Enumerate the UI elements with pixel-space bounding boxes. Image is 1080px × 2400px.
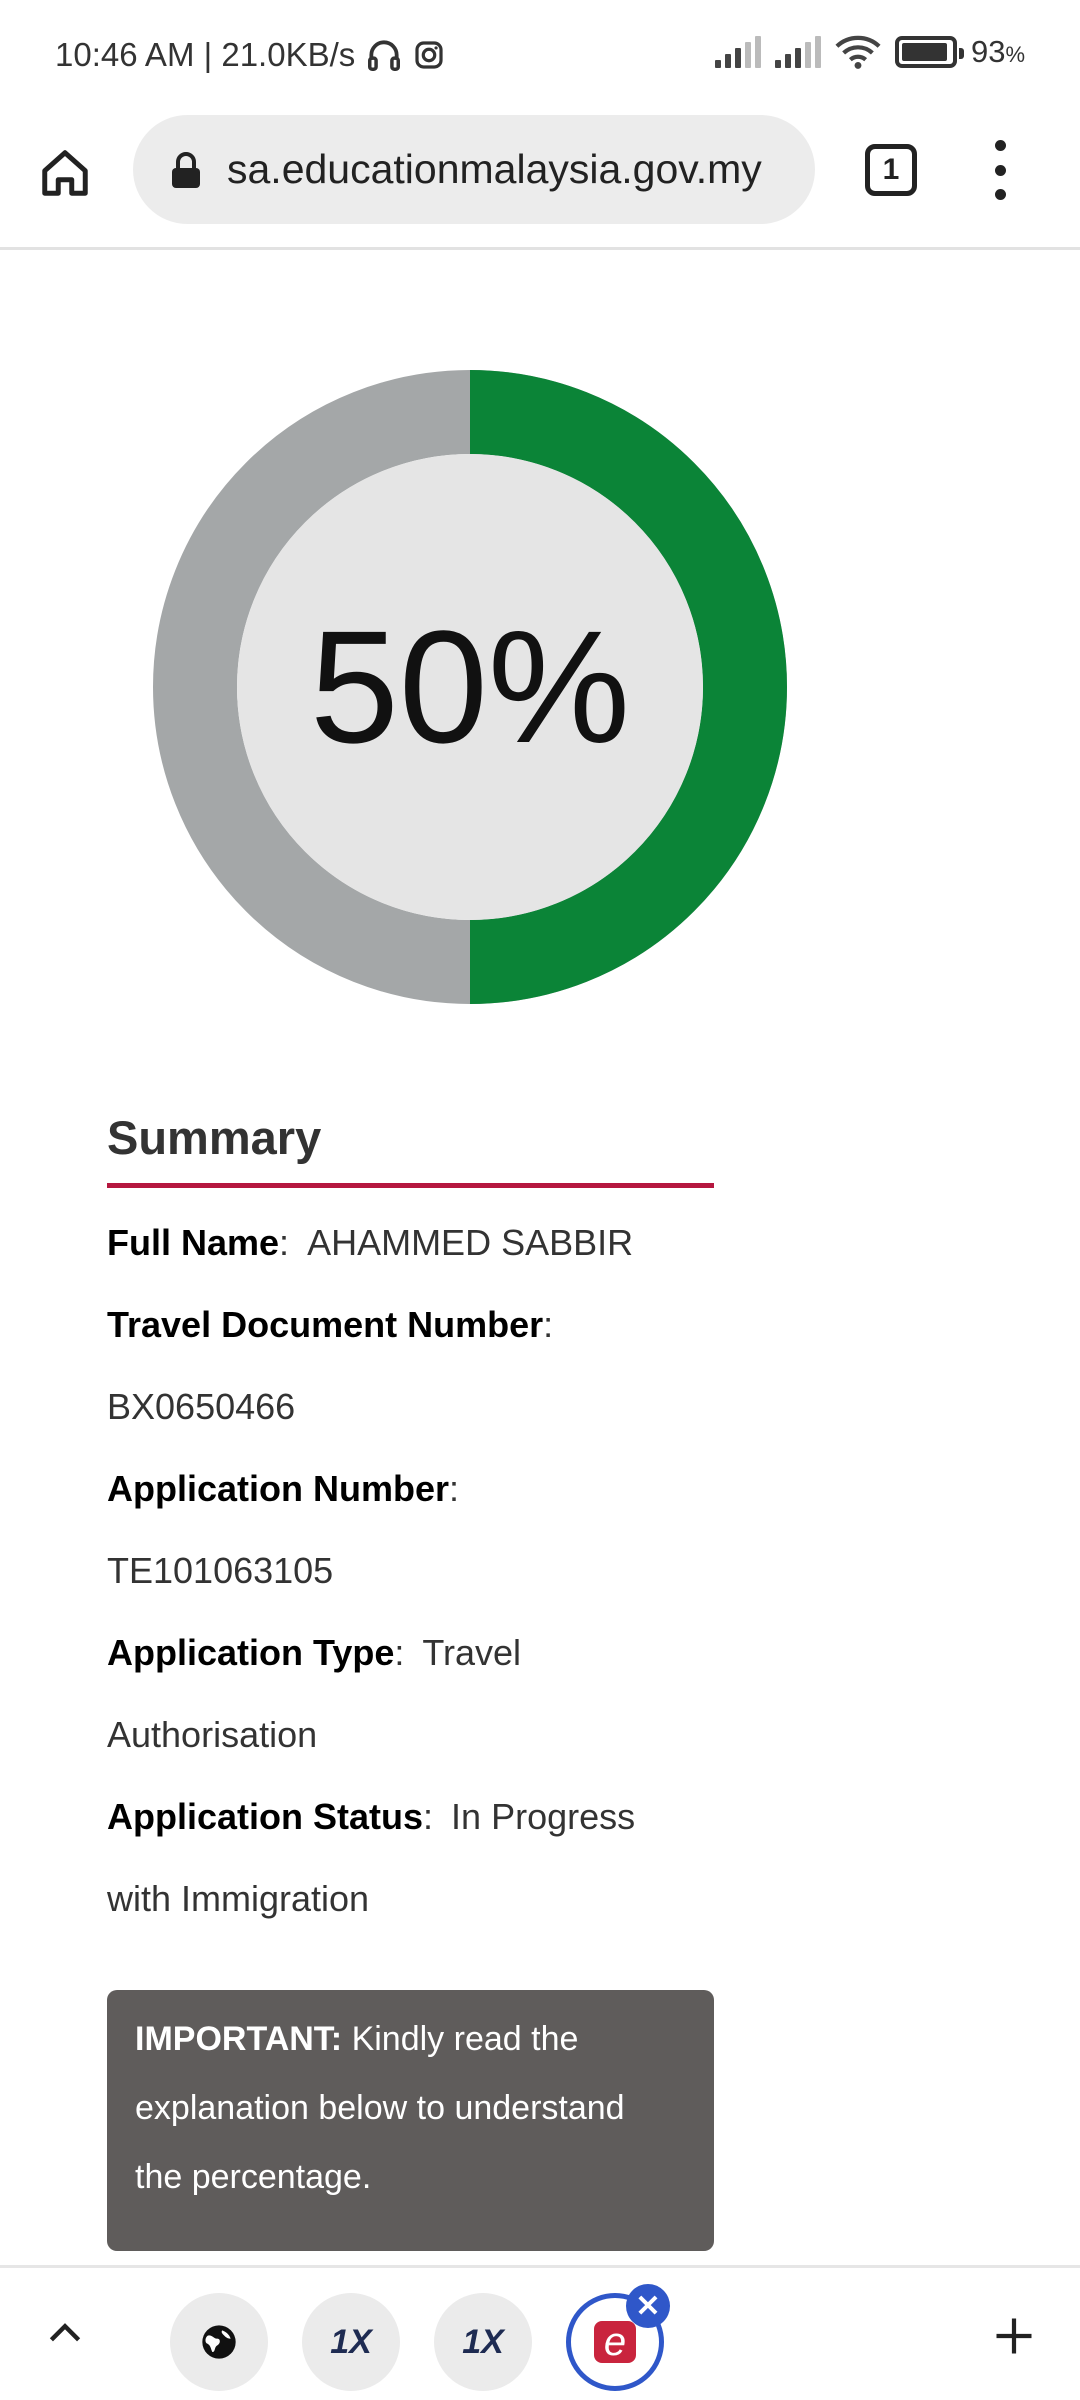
tab-count: 1 <box>882 153 900 186</box>
tab-1x-a-label: 1X <box>330 2322 372 2361</box>
app-status-value: In Progress <box>451 1796 636 1837</box>
close-tab-button[interactable]: ✕ <box>626 2284 670 2328</box>
url-text: sa.educationmalaysia.gov.my <box>227 146 762 192</box>
progress-donut: 50% <box>153 370 787 1004</box>
battery-fill <box>901 43 947 61</box>
headphones-icon <box>368 40 401 71</box>
home-icon <box>42 150 88 196</box>
summary-section: Summary Full Name: AHAMMED SABBIR Travel … <box>107 1110 714 1940</box>
battery-percent: 93% <box>970 34 1025 69</box>
tab-1x-b-label: 1X <box>462 2322 504 2361</box>
signal-1-icon <box>714 36 761 68</box>
status-left: 10:46 AM | 21.0KB/s <box>55 36 445 74</box>
travel-doc-label: Travel Document Number <box>107 1304 544 1345</box>
app-type-value-cont: Authorisation <box>107 1714 318 1755</box>
important-notice: IMPORTANT: Kindly read the explanation b… <box>107 1990 714 2251</box>
expand-tabs-button[interactable] <box>45 2313 85 2353</box>
chevron-up-icon <box>49 2323 81 2342</box>
summary-title: Summary <box>107 1110 714 1188</box>
more-menu-button[interactable] <box>985 140 1015 200</box>
close-icon: ✕ <box>635 2289 661 2323</box>
app-status-row: Application Status: In Progress <box>107 1796 636 1837</box>
plus-icon <box>996 2318 1032 2354</box>
home-button[interactable] <box>30 138 100 208</box>
app-type-row: Application Type: Travel <box>107 1632 522 1673</box>
full-name-row: Full Name: AHAMMED SABBIR <box>107 1222 634 1263</box>
important-line-3: the percentage. <box>135 2158 372 2196</box>
tab-switcher-button[interactable]: 1 <box>865 144 917 196</box>
tab-active-logo: e <box>594 2320 636 2364</box>
tab-1x-a[interactable]: 1X <box>302 2293 400 2391</box>
new-tab-button[interactable] <box>990 2312 1038 2360</box>
time-speed-text: 10:46 AM | 21.0KB/s <box>55 36 356 73</box>
app-type-label: Application Type <box>107 1632 395 1673</box>
globe-icon <box>202 2325 236 2359</box>
app-number-value: TE101063105 <box>107 1550 334 1591</box>
app-status-label: Application Status <box>107 1796 424 1837</box>
address-bar[interactable]: sa.educationmalaysia.gov.my <box>133 115 815 224</box>
instagram-icon <box>415 41 443 69</box>
tab-1x-b[interactable]: 1X <box>434 2293 532 2391</box>
important-lead: IMPORTANT: <box>135 2020 343 2058</box>
browser-toolbar: sa.educationmalaysia.gov.my 1 <box>0 110 1080 250</box>
app-type-value: Travel <box>422 1632 522 1673</box>
travel-doc-label-row: Travel Document Number: <box>107 1304 554 1345</box>
bottom-tab-bar: 1X 1X e ✕ <box>0 2265 1080 2400</box>
status-bar: 10:46 AM | 21.0KB/s 93% <box>0 0 1080 110</box>
tab-globe[interactable] <box>170 2293 268 2391</box>
important-line-2: explanation below to understand <box>135 2089 625 2127</box>
app-number-label: Application Number <box>107 1468 450 1509</box>
full-name-label: Full Name <box>107 1222 280 1263</box>
progress-percent: 50% <box>309 597 631 776</box>
status-right: 93% <box>714 34 1025 70</box>
lock-icon <box>169 148 203 192</box>
full-name-value: AHAMMED SABBIR <box>307 1222 634 1263</box>
important-line-1: IMPORTANT: Kindly read the <box>135 2020 579 2058</box>
app-status-value-cont: with Immigration <box>107 1878 370 1919</box>
app-number-label-row: Application Number: <box>107 1468 460 1509</box>
wifi-icon <box>835 35 881 69</box>
battery-icon <box>894 36 964 68</box>
travel-doc-value: BX0650466 <box>107 1386 296 1427</box>
signal-2-icon <box>774 36 821 68</box>
